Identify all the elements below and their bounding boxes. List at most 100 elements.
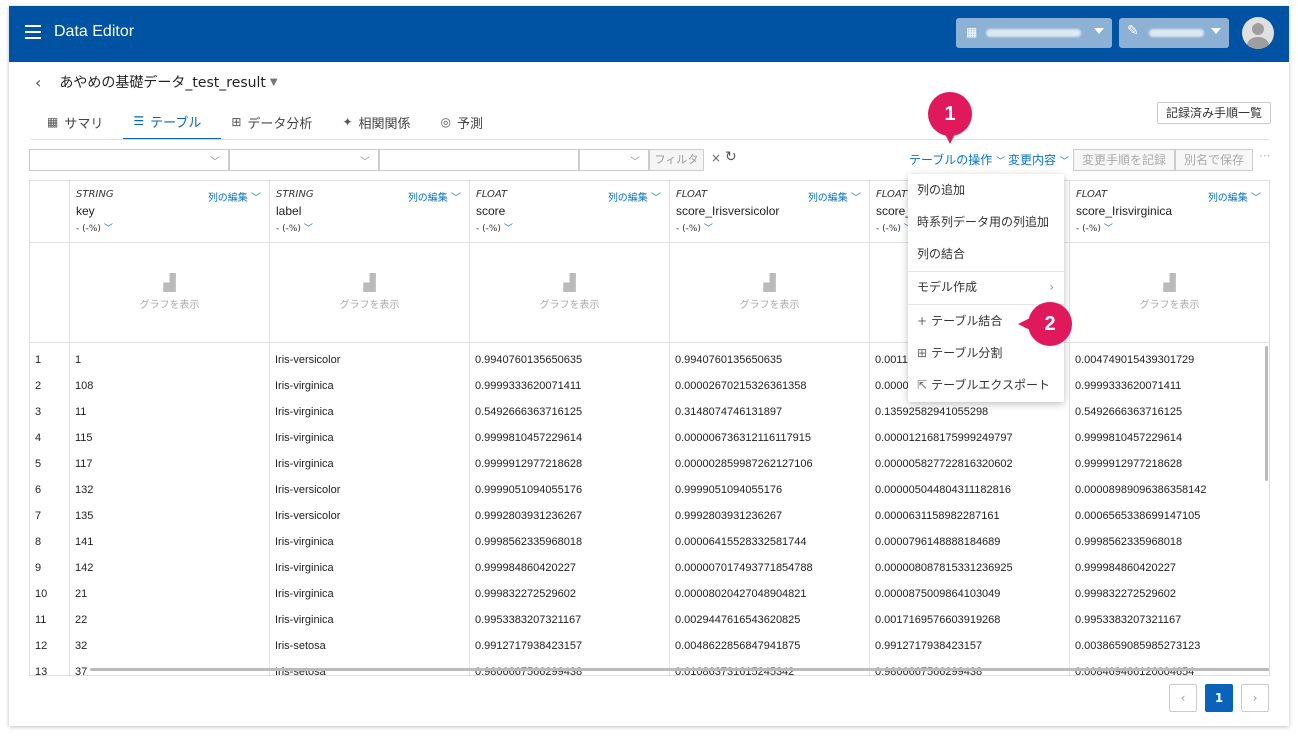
- tab-analysis[interactable]: ⊞ データ分析: [221, 104, 332, 140]
- table-cell[interactable]: 32: [70, 633, 269, 659]
- table-cell[interactable]: Iris-versicolor: [270, 347, 469, 373]
- table-cell[interactable]: 0.999984860420227: [470, 555, 669, 581]
- table-cell[interactable]: 11: [70, 399, 269, 425]
- table-cell[interactable]: 0.9992803931236267: [470, 503, 669, 529]
- tab-summary[interactable]: ▦ サマリ: [37, 104, 123, 140]
- table-cell[interactable]: 0.000007017493771854788: [670, 555, 869, 581]
- menu-item-create-model[interactable]: モデル作成 ›: [908, 271, 1064, 303]
- table-cell[interactable]: Iris-virginica: [270, 425, 469, 451]
- edit-column-link[interactable]: 列の編集 ﹀: [408, 189, 461, 204]
- table-cell[interactable]: 0.0029447616543620825: [670, 607, 869, 633]
- table-ops-menu[interactable]: テーブルの操作 ﹀: [909, 151, 1005, 168]
- project-selector[interactable]: ✎: [1119, 18, 1229, 48]
- filter-button[interactable]: フィルタ: [649, 149, 704, 171]
- menu-item-export-table[interactable]: ⇱ テーブルエクスポート: [908, 369, 1064, 401]
- table-cell[interactable]: 0.5492666363716125: [1070, 399, 1269, 425]
- show-graph-button[interactable]: ▟ グラフを表示: [270, 243, 469, 343]
- table-cell[interactable]: 115: [70, 425, 269, 451]
- table-cell[interactable]: Iris-virginica: [270, 529, 469, 555]
- clear-filter-icon[interactable]: ×: [711, 151, 721, 165]
- table-cell[interactable]: Iris-virginica: [270, 399, 469, 425]
- table-cell[interactable]: 0.000006736312116117915: [670, 425, 869, 451]
- table-cell[interactable]: 142: [70, 555, 269, 581]
- filter-operator-select[interactable]: ﹀: [229, 149, 379, 171]
- table-cell[interactable]: Iris-versicolor: [270, 477, 469, 503]
- column-missing-ratio[interactable]: - (-%) ﹀: [476, 221, 663, 234]
- table-cell[interactable]: 0.000008087815331236925: [870, 555, 1069, 581]
- table-cell[interactable]: 0.9999810457229614: [1070, 425, 1269, 451]
- back-arrow-icon[interactable]: ‹: [35, 73, 41, 92]
- workspace-selector[interactable]: ▦: [956, 18, 1112, 48]
- table-cell[interactable]: 0.9999333620071411: [470, 373, 669, 399]
- table-cell[interactable]: 0.9998562335968018: [1070, 529, 1269, 555]
- menu-item-merge-columns[interactable]: 列の結合: [908, 238, 1064, 270]
- show-graph-button[interactable]: ▟ グラフを表示: [1070, 243, 1269, 343]
- vertical-scrollbar[interactable]: [1265, 346, 1268, 481]
- table-cell[interactable]: 0.0048622856847941875: [670, 633, 869, 659]
- table-cell[interactable]: 141: [70, 529, 269, 555]
- table-cell[interactable]: 0.999984860420227: [1070, 555, 1269, 581]
- hamburger-icon[interactable]: [25, 25, 41, 39]
- table-cell[interactable]: 0.3148074746131897: [670, 399, 869, 425]
- edit-column-link[interactable]: 列の編集 ﹀: [608, 189, 661, 204]
- column-missing-ratio[interactable]: - (-%) ﹀: [276, 221, 463, 234]
- table-cell[interactable]: 0.999832272529602: [1070, 581, 1269, 607]
- table-cell[interactable]: 0.999832272529602: [470, 581, 669, 607]
- table-cell[interactable]: 0.00008989096386358142: [1070, 477, 1269, 503]
- table-cell[interactable]: 0.9999333620071411: [1070, 373, 1269, 399]
- table-cell[interactable]: 0.9912717938423157: [870, 633, 1069, 659]
- edit-column-link[interactable]: 列の編集 ﹀: [1208, 189, 1261, 204]
- table-cell[interactable]: 0.9999051094055176: [670, 477, 869, 503]
- table-cell[interactable]: 1: [70, 347, 269, 373]
- save-as-button[interactable]: 別名で保存: [1175, 149, 1254, 171]
- table-cell[interactable]: Iris-virginica: [270, 607, 469, 633]
- table-cell[interactable]: 0.00008750098641030​49: [870, 581, 1069, 607]
- table-cell[interactable]: 0.9998562335968018: [470, 529, 669, 555]
- table-cell[interactable]: 0.9953383207321167: [470, 607, 669, 633]
- tab-correlation[interactable]: ✦ 相関関係: [332, 104, 430, 140]
- more-icon[interactable]: ···: [1259, 149, 1270, 163]
- table-cell[interactable]: 0.000005827722816320602: [870, 451, 1069, 477]
- table-cell[interactable]: 0.9940760135650635: [670, 347, 869, 373]
- history-button[interactable]: 記録済み手順一覧: [1157, 102, 1272, 124]
- table-cell[interactable]: Iris-versicolor: [270, 503, 469, 529]
- table-cell[interactable]: Iris-virginica: [270, 373, 469, 399]
- table-cell[interactable]: 0.9999810457229614: [470, 425, 669, 451]
- table-cell[interactable]: Iris-setosa: [270, 633, 469, 659]
- dataset-dropdown-icon[interactable]: ▼: [270, 77, 278, 88]
- table-cell[interactable]: 21: [70, 581, 269, 607]
- table-cell[interactable]: 108: [70, 373, 269, 399]
- table-cell[interactable]: 22: [70, 607, 269, 633]
- table-cell[interactable]: 0.000002859987262127106: [670, 451, 869, 477]
- menu-item-add-column[interactable]: 列の追加: [908, 174, 1064, 206]
- table-cell[interactable]: 135: [70, 503, 269, 529]
- table-cell[interactable]: 0.13592582941055298: [870, 399, 1069, 425]
- table-cell[interactable]: 0.9999912977218628: [1070, 451, 1269, 477]
- table-cell[interactable]: 0.9992803931236267: [670, 503, 869, 529]
- show-graph-button[interactable]: ▟ グラフを表示: [670, 243, 869, 343]
- table-cell[interactable]: 0.0038659085985273123: [1070, 633, 1269, 659]
- table-cell[interactable]: 0.0017169576603919268: [870, 607, 1069, 633]
- table-cell[interactable]: 0.5492666363716125: [470, 399, 669, 425]
- show-graph-button[interactable]: ▟ グラフを表示: [470, 243, 669, 343]
- table-cell[interactable]: 0.000012168175999249797: [870, 425, 1069, 451]
- refresh-icon[interactable]: ↻: [725, 149, 737, 165]
- menu-item-add-timeseries-column[interactable]: 時系列データ用の列追加: [908, 206, 1064, 238]
- table-cell[interactable]: 117: [70, 451, 269, 477]
- table-cell[interactable]: 0.000005044804311182816: [870, 477, 1069, 503]
- table-cell[interactable]: 132: [70, 477, 269, 503]
- table-cell[interactable]: 0.9999912977218628: [470, 451, 669, 477]
- table-cell[interactable]: 0.9953383207321167: [1070, 607, 1269, 633]
- filter-value-input[interactable]: [379, 149, 579, 171]
- tab-table[interactable]: ☰ テーブル: [123, 104, 222, 140]
- edit-column-link[interactable]: 列の編集 ﹀: [808, 189, 861, 204]
- current-page-button[interactable]: 1: [1205, 684, 1233, 712]
- table-cell[interactable]: Iris-virginica: [270, 451, 469, 477]
- edit-column-link[interactable]: 列の編集 ﹀: [208, 189, 261, 204]
- column-missing-ratio[interactable]: - (-%) ﹀: [676, 221, 863, 234]
- next-page-button[interactable]: ›: [1241, 684, 1269, 712]
- table-cell[interactable]: 0.00008020427048904821: [670, 581, 869, 607]
- user-avatar[interactable]: [1242, 17, 1274, 49]
- table-cell[interactable]: 0.0000631158982287161: [870, 503, 1069, 529]
- show-graph-button[interactable]: ▟ グラフを表示: [70, 243, 269, 343]
